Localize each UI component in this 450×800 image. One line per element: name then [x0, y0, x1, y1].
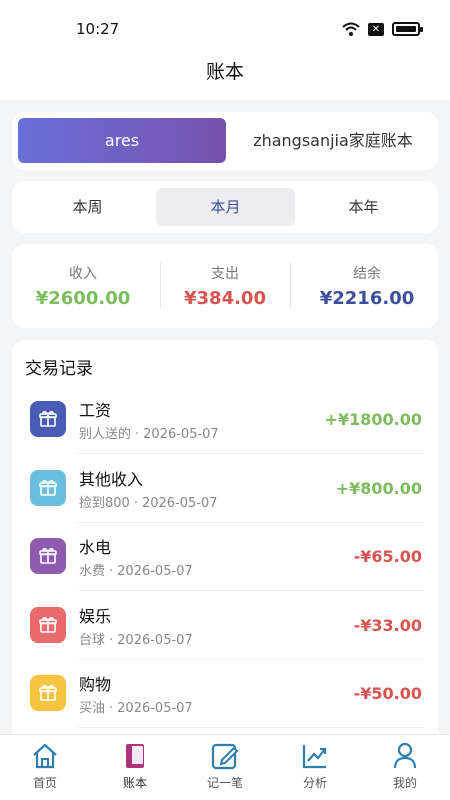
transaction-category: 水电 [79, 538, 112, 557]
expense-value: ¥384.00 [184, 288, 266, 309]
transaction-amount: -¥65.00 [353, 547, 422, 566]
nav-bar: 账本 [0, 50, 450, 100]
tab-month[interactable]: 本月 [156, 188, 295, 226]
tab-year[interactable]: 本年 [294, 188, 433, 226]
gift-icon [30, 675, 66, 711]
tab-home-label: 首页 [32, 776, 57, 790]
transaction-row[interactable]: 娱乐台球 · 2026-05-07 -¥33.00 [12, 592, 438, 660]
edit-icon [211, 743, 239, 770]
transaction-meta: 捡到800 · 2026-05-07 [79, 492, 218, 511]
row-divider [78, 727, 424, 728]
transaction-meta: 台球 · 2026-05-07 [79, 629, 193, 648]
records-title: 交易记录 [25, 359, 93, 379]
balance-value: ¥2216.00 [319, 288, 415, 309]
separator-dot: · [135, 427, 140, 442]
ledger-tab-active[interactable]: ares [18, 118, 226, 163]
income-value: ¥2600.00 [35, 288, 131, 309]
expense-label: 支出 [211, 266, 239, 282]
summary-card: 收入 ¥2600.00 支出 ¥384.00 结余 ¥2216.00 [12, 244, 438, 328]
tab-week[interactable]: 本周 [18, 188, 157, 226]
status-icons: ✕ [342, 22, 423, 36]
home-icon [33, 743, 57, 769]
wifi-icon [342, 22, 360, 36]
transaction-meta: 水费 · 2026-05-07 [79, 560, 193, 579]
transaction-row[interactable]: 其他收入捡到800 · 2026-05-07 +¥800.00 [12, 455, 438, 523]
separator-dot: · [109, 632, 114, 648]
tab-ledger-label: 账本 [122, 776, 147, 790]
gift-icon [30, 606, 66, 643]
tab-analysis-label: 分析 [302, 776, 327, 790]
chart-icon [302, 745, 327, 769]
transaction-amount: -¥33.00 [353, 615, 422, 635]
transaction-date: 2026-05-07 [117, 564, 193, 579]
sim-icon: ✕ [368, 22, 384, 36]
ledger-switcher: ares zhangsanjia家庭账本 [12, 112, 438, 170]
transaction-date: 2026-05-07 [117, 701, 193, 716]
balance-label: 结余 [353, 266, 381, 282]
transaction-meta: 买油 · 2026-05-07 [79, 697, 193, 716]
expense-summary: 支出 ¥384.00 [154, 244, 296, 328]
bottom-tabbar: 首页 账本 记一笔 分析 我的 [0, 734, 450, 800]
tab-record-label: 记一笔 [206, 776, 243, 790]
gift-icon [30, 469, 66, 506]
transaction-category: 工资 [79, 401, 112, 420]
transaction-amount: -¥50.00 [353, 684, 422, 703]
divider [290, 262, 291, 308]
income-label: 收入 [69, 266, 97, 282]
transaction-amount: +¥800.00 [335, 478, 422, 498]
transaction-date: 2026-05-07 [141, 495, 218, 511]
separator-dot: · [109, 701, 114, 716]
tab-profile[interactable]: 我的 [360, 735, 450, 800]
transaction-note: 买油 [79, 701, 106, 716]
book-icon [126, 744, 144, 768]
gift-icon [30, 538, 66, 574]
tab-home[interactable]: 首页 [0, 735, 90, 800]
transaction-note: 捡到800 [79, 495, 130, 511]
income-summary: 收入 ¥2600.00 [12, 244, 154, 328]
tab-record[interactable]: 记一笔 [180, 735, 270, 800]
status-time: 10:27 [76, 20, 120, 38]
balance-summary: 结余 ¥2216.00 [296, 244, 438, 328]
transaction-row[interactable]: 购物买油 · 2026-05-07 -¥50.00 [12, 660, 438, 728]
transaction-note: 别人送的 [79, 427, 132, 442]
transaction-note: 台球 [79, 632, 106, 648]
page-title: 账本 [205, 61, 244, 83]
tab-analysis[interactable]: 分析 [270, 735, 360, 800]
transaction-category: 购物 [79, 675, 112, 694]
ledger-tab-other[interactable]: zhangsanjia家庭账本 [234, 118, 432, 163]
transaction-row[interactable]: 工资别人送的 · 2026-05-07 +¥1800.00 [12, 386, 438, 454]
transaction-date: 2026-05-07 [117, 632, 193, 648]
transaction-note: 水费 [79, 564, 106, 579]
transaction-category: 娱乐 [79, 606, 112, 626]
battery-icon [392, 22, 423, 36]
transaction-row[interactable]: 水电水费 · 2026-05-07 -¥65.00 [12, 523, 438, 591]
separator-dot: · [133, 495, 138, 511]
status-bar: 10:27 ✕ [0, 0, 450, 50]
period-tabs: 本周 本月 本年 [12, 181, 438, 233]
gift-icon [30, 401, 66, 437]
separator-dot: · [109, 564, 114, 579]
user-icon [393, 742, 417, 769]
transaction-records: 交易记录 工资 别人送的 · 2026-05-07 +¥1800.00 其他收入 捡到800… [12, 340, 438, 760]
tab-profile-label: 我的 [392, 776, 417, 790]
transaction-category: 其他收入 [79, 469, 144, 489]
transaction-amount: +¥1800.00 [324, 410, 422, 429]
transaction-date: 2026-05-07 [143, 427, 219, 442]
transaction-meta: 别人送的 · 2026-05-07 [79, 423, 219, 442]
tab-ledger[interactable]: 账本 [90, 735, 180, 800]
